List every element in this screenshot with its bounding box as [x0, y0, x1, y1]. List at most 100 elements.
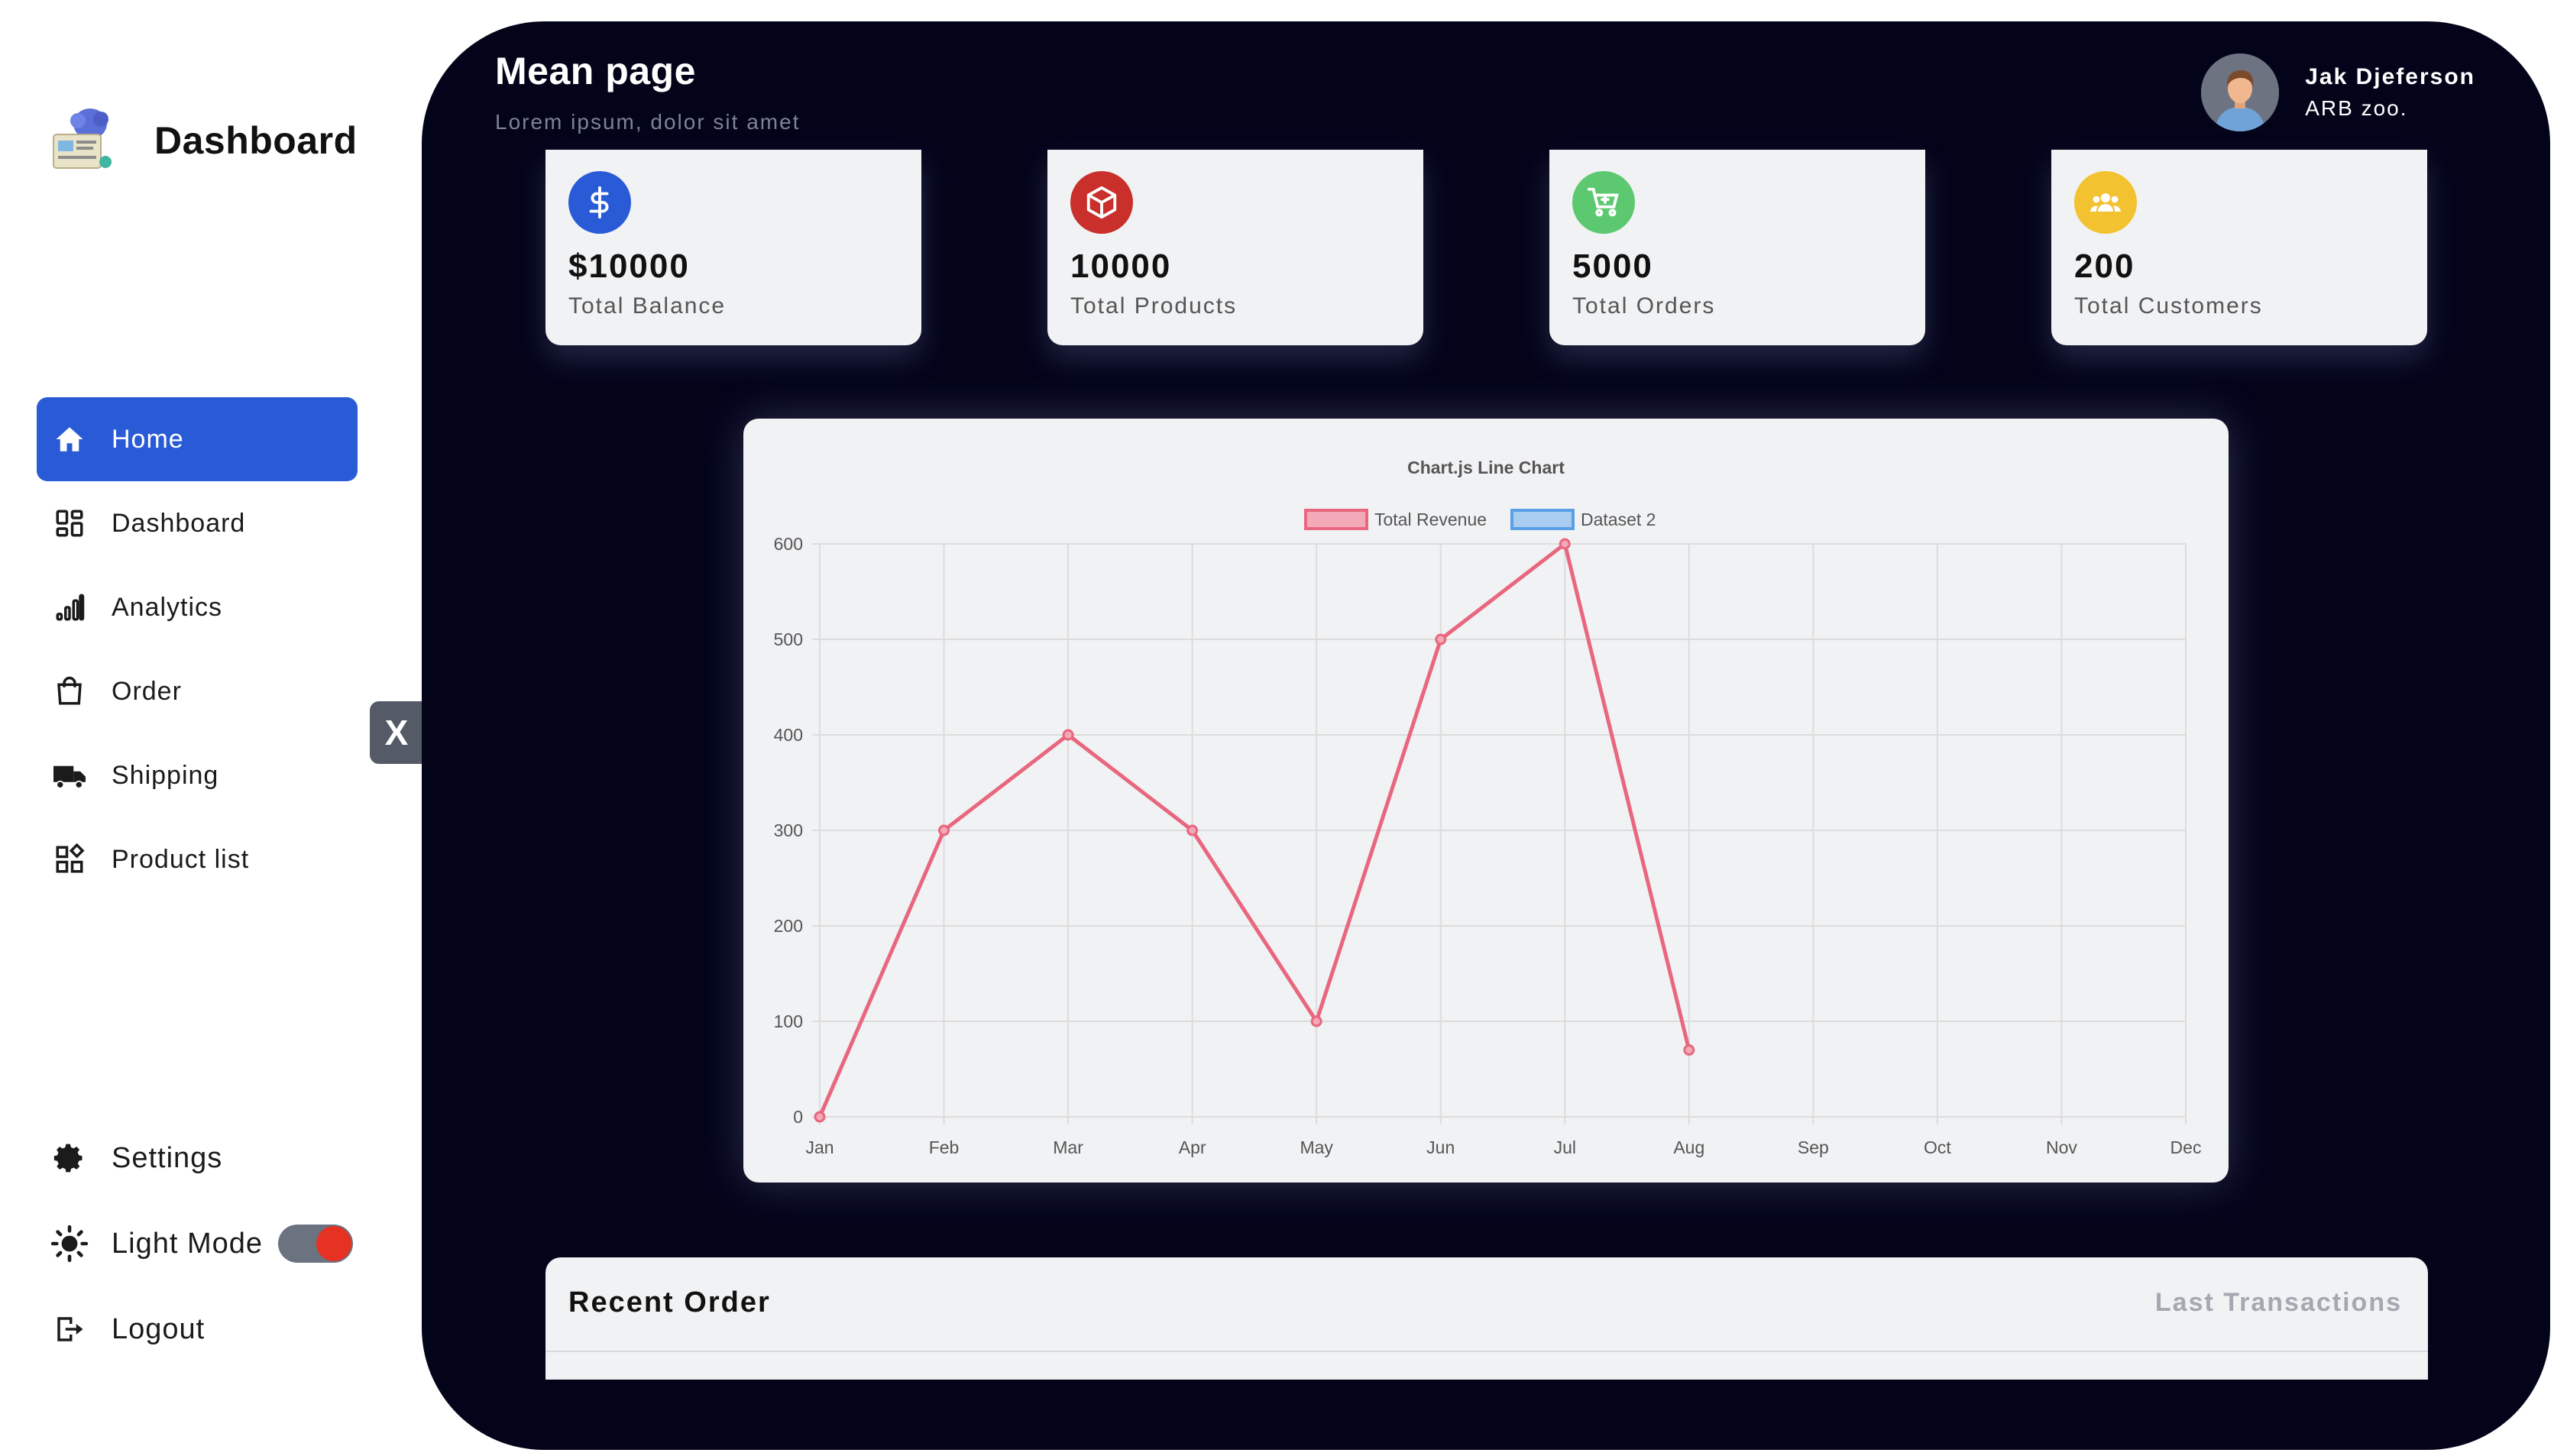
shopping-bag-icon [50, 672, 89, 710]
sidebar-item-label: Product list [112, 844, 250, 874]
sidebar-item-label: Order [112, 676, 182, 706]
legend-swatch-dataset-2[interactable] [1510, 509, 1575, 530]
stat-value: $10000 [568, 248, 690, 285]
y-tick-label: 200 [774, 916, 803, 936]
sidebar: Dashboard Home Dashboard Analytics Order [0, 0, 422, 1456]
page-title: Mean page [495, 50, 696, 92]
y-tick-label: 600 [774, 534, 803, 554]
toggle-knob [316, 1226, 352, 1261]
chart-legend: Total Revenue Dataset 2 [1304, 509, 1656, 530]
data-point[interactable] [1683, 1044, 1695, 1056]
chart-title: Chart.js Line Chart [1407, 458, 1565, 477]
avatar [2201, 53, 2280, 131]
legend-label-dataset-2[interactable]: Dataset 2 [1581, 510, 1656, 529]
sidebar-item-dashboard[interactable]: Dashboard [37, 481, 358, 565]
x-tick-label: May [1300, 1137, 1333, 1157]
stat-label: Total Orders [1572, 293, 1716, 319]
user-profile[interactable]: Jak Djeferson ARB zoo. [2201, 53, 2475, 131]
light-mode-row: Light Mode [37, 1201, 388, 1286]
cart-icon [1572, 171, 1635, 234]
sidebar-item-product-list[interactable]: Product list [37, 817, 358, 901]
brand: Dashboard [43, 101, 358, 180]
data-point[interactable] [1310, 1015, 1322, 1027]
settings-label: Settings [112, 1141, 223, 1174]
x-tick-label: Jul [1554, 1137, 1576, 1157]
brand-title: Dashboard [154, 119, 358, 162]
home-icon [50, 420, 89, 458]
line-chart-svg: Chart.js Line Chart Total Revenue Datase… [774, 458, 2202, 1157]
logout-label: Logout [112, 1312, 206, 1345]
divider [545, 1351, 2428, 1352]
close-sidebar-button[interactable]: X [370, 701, 423, 764]
light-mode-toggle[interactable] [278, 1225, 354, 1263]
sidebar-item-shipping[interactable]: Shipping [37, 733, 358, 817]
x-tick-label: Jun [1426, 1137, 1455, 1157]
sidebar-item-label: Shipping [112, 760, 219, 790]
grid-icon [50, 504, 89, 542]
stat-cards: $10000 Total Balance 10000 Total Product… [545, 150, 2428, 345]
last-transactions-link[interactable]: Last Transactions [2155, 1288, 2402, 1318]
truck-icon [50, 756, 89, 794]
logout-button[interactable]: Logout [37, 1286, 388, 1372]
users-icon [2074, 171, 2137, 234]
stat-card-balance: $10000 Total Balance [545, 150, 921, 345]
sun-icon [50, 1225, 89, 1263]
x-tick-label: Jan [805, 1137, 834, 1157]
legend-label-total-revenue[interactable]: Total Revenue [1374, 510, 1487, 529]
chart-axes: 0 100 200 300 400 500 600 Jan Feb Mar Apr May Jun Jul… [774, 534, 2202, 1157]
stat-label: Total Balance [568, 293, 727, 319]
data-point[interactable] [814, 1111, 826, 1123]
x-tick-label: Oct [1924, 1137, 1951, 1157]
product-list-icon [50, 840, 89, 878]
data-point[interactable] [1186, 824, 1199, 836]
legend-swatch-total-revenue[interactable] [1304, 509, 1368, 530]
stat-value: 10000 [1070, 248, 1172, 285]
dollar-icon [568, 171, 631, 234]
chart-grid [812, 543, 2187, 1124]
sidebar-item-label: Analytics [112, 592, 223, 622]
x-tick-label: Feb [929, 1137, 960, 1157]
stat-label: Total Products [1070, 293, 1238, 319]
box-icon [1070, 171, 1133, 234]
page-subtitle: Lorem ipsum, dolor sit amet [495, 110, 801, 134]
sidebar-item-analytics[interactable]: Analytics [37, 565, 358, 649]
settings-button[interactable]: Settings [37, 1115, 388, 1201]
y-tick-label: 300 [774, 820, 803, 840]
y-tick-label: 500 [774, 629, 803, 649]
sidebar-item-label: Home [112, 424, 184, 454]
stat-card-products: 10000 Total Products [1047, 150, 1423, 345]
stat-value: 200 [2074, 248, 2135, 285]
recent-order-panel: Recent Order Last Transactions [545, 1257, 2428, 1380]
y-tick-label: 100 [774, 1011, 803, 1031]
sidebar-item-label: Dashboard [112, 508, 246, 538]
sidebar-bottom: Settings Light Mode Logout [37, 1115, 388, 1372]
x-tick-label: Apr [1179, 1137, 1206, 1157]
data-point[interactable] [1435, 633, 1447, 645]
x-tick-label: Mar [1053, 1137, 1083, 1157]
sidebar-nav: Home Dashboard Analytics Order Shipping [37, 397, 358, 901]
data-point[interactable] [1559, 538, 1571, 550]
dashboard-logo-icon [53, 108, 112, 169]
sidebar-item-home[interactable]: Home [37, 397, 358, 481]
bar-chart-icon [50, 588, 89, 626]
stat-label: Total Customers [2074, 293, 2263, 319]
gear-icon [50, 1139, 89, 1177]
sidebar-item-order[interactable]: Order [37, 649, 358, 733]
recent-order-title: Recent Order [568, 1286, 771, 1318]
logout-icon [50, 1310, 89, 1348]
user-name: Jak Djeferson [2305, 64, 2475, 89]
revenue-chart: Chart.js Line Chart Total Revenue Datase… [743, 419, 2229, 1183]
stat-card-customers: 200 Total Customers [2051, 150, 2427, 345]
data-point[interactable] [1062, 729, 1074, 741]
user-org: ARB zoo. [2305, 96, 2408, 120]
y-tick-label: 400 [774, 725, 803, 745]
data-point[interactable] [938, 824, 950, 836]
stat-card-orders: 5000 Total Orders [1549, 150, 1925, 345]
stat-value: 5000 [1572, 248, 1653, 285]
x-tick-label: Aug [1673, 1137, 1704, 1157]
user-info: Jak Djeferson ARB zoo. [2305, 64, 2475, 121]
x-tick-label: Dec [2170, 1137, 2202, 1157]
main-panel: Mean page Lorem ipsum, dolor sit amet Ja… [422, 21, 2550, 1450]
y-tick-label: 0 [793, 1107, 803, 1127]
x-tick-label: Nov [2046, 1137, 2077, 1157]
